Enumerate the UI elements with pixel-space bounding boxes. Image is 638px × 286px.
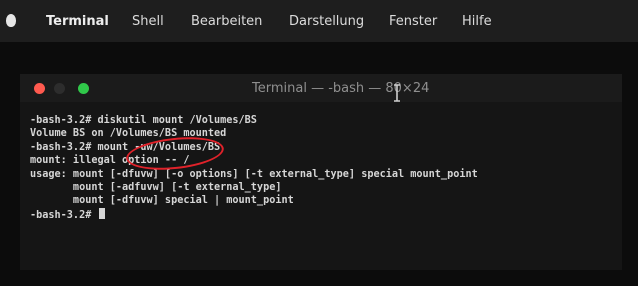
minimize-button[interactable]	[54, 83, 65, 94]
terminal-line: mount [-adfuvw] [-t external_type]	[30, 181, 282, 193]
terminal-line: -bash-3.2# diskutil mount /Volumes/BS	[30, 115, 257, 126]
menu-fenster[interactable]: Fenster	[389, 14, 437, 29]
menu-bar: Terminal Shell Bearbeiten Darstellung Fe…	[0, 0, 638, 42]
terminal-line: usage: mount [-dfuvw] [-o options] [-t e…	[30, 168, 478, 180]
terminal-output[interactable]: -bash-3.2# diskutil mount /Volumes/BS Vo…	[30, 114, 620, 264]
terminal-line: mount [-dfuvw] special | mount_point	[30, 195, 294, 207]
terminal-line: mount: illegal option -- /	[30, 155, 190, 167]
menu-terminal[interactable]: Terminal	[46, 14, 109, 29]
title-bar[interactable]: Terminal — -bash — 80×24	[20, 74, 622, 102]
ibeam-cursor-icon	[394, 84, 400, 102]
menu-shell[interactable]: Shell	[132, 14, 164, 29]
maximize-button[interactable]	[78, 83, 89, 94]
terminal-line: Volume BS on /Volumes/BS mounted	[30, 128, 227, 140]
apple-icon[interactable]	[6, 14, 16, 27]
prompt-line: -bash-3.2#	[30, 207, 620, 221]
text-cursor	[99, 207, 106, 219]
window-title: Terminal — -bash — 80×24	[252, 81, 430, 96]
terminal-line: -bash-3.2# mount -uw/Volumes/BS	[30, 141, 221, 153]
menu-bearbeiten[interactable]: Bearbeiten	[191, 14, 262, 29]
menu-darstellung[interactable]: Darstellung	[289, 14, 364, 29]
menu-hilfe[interactable]: Hilfe	[462, 14, 492, 29]
terminal-window: Terminal — -bash — 80×24 -bash-3.2# disk…	[20, 74, 622, 270]
prompt: -bash-3.2#	[30, 209, 92, 221]
close-button[interactable]	[34, 83, 45, 94]
